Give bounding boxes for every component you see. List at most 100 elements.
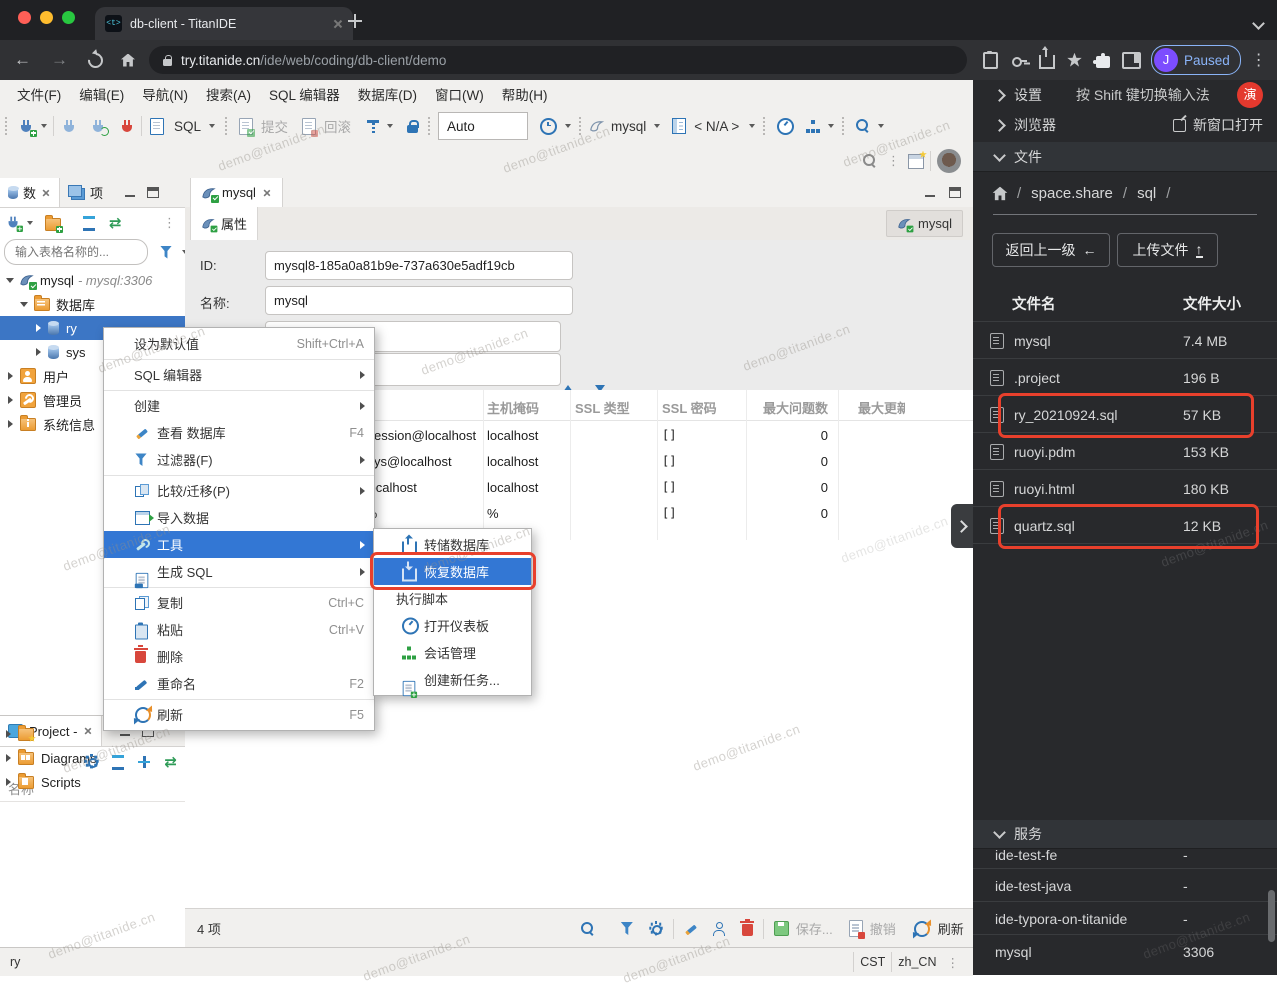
status-kebab-icon[interactable]: ⋮ <box>947 955 960 970</box>
upload-file-button[interactable]: 上传文件 ↑ <box>1117 233 1218 267</box>
grid-settings-icon[interactable] <box>649 921 663 936</box>
quick-search-icon[interactable] <box>863 154 877 168</box>
disconnect-icon[interactable] <box>120 119 135 134</box>
ime-badge[interactable]: 演 <box>1237 82 1263 108</box>
cell-cipher[interactable]: [] <box>662 506 676 520</box>
window-close-button[interactable] <box>18 11 31 24</box>
menu-item-copy[interactable]: 复制 Ctrl+C <box>104 589 374 616</box>
sql-dropdown-label[interactable]: SQL <box>174 119 201 134</box>
tab-project[interactable]: Project - <box>0 716 103 746</box>
browser-tab[interactable]: <t> db-client - TitanIDE <box>95 7 353 40</box>
reconnect-icon[interactable] <box>91 119 109 136</box>
menu-database[interactable]: 数据库(D) <box>349 84 426 104</box>
browser-row[interactable]: 浏览器 新窗口打开 <box>973 110 1277 140</box>
commit-label[interactable]: 提交 <box>261 116 288 136</box>
menu-item-compare-migrate[interactable]: 比较/迁移(P) <box>104 477 374 504</box>
nav-new-connection-icon[interactable] <box>7 216 23 232</box>
profile-chip[interactable]: J Paused <box>1151 45 1241 75</box>
transaction-caret[interactable] <box>387 124 394 128</box>
dashboard-icon[interactable] <box>777 117 795 135</box>
menu-item-refresh[interactable]: 刷新 F5 <box>104 701 374 728</box>
file-row[interactable]: quartz.sql 12 KB <box>973 506 1277 544</box>
menu-item-view-database[interactable]: 查看 数据库 F4 <box>104 419 374 446</box>
new-connection-icon[interactable] <box>19 119 37 137</box>
menu-item-generate-sql[interactable]: 生成 SQL <box>104 558 374 588</box>
properties-subtab[interactable]: 属性 <box>190 207 259 240</box>
home-icon[interactable] <box>121 53 135 67</box>
services-section-header[interactable]: 服务 <box>973 820 1277 849</box>
grid-search-icon[interactable] <box>580 921 595 936</box>
col-host-mask[interactable]: 主机掩码 <box>487 398 539 417</box>
cell-host[interactable]: localhost <box>487 428 538 443</box>
sql-caret[interactable] <box>209 124 216 128</box>
id-field[interactable] <box>265 251 573 280</box>
service-row[interactable]: ide-typora-on-titanide - <box>973 901 1277 935</box>
expand-all-icon[interactable] <box>138 755 151 768</box>
col-max-updates[interactable]: 最大更新数 <box>858 398 905 417</box>
clipboard-icon[interactable] <box>983 50 998 69</box>
file-name-header[interactable]: 文件名 <box>1012 293 1056 314</box>
save-icon[interactable] <box>773 921 789 936</box>
file-row[interactable]: ruoyi.html 180 KB <box>973 469 1277 507</box>
maximize-panel-icon[interactable] <box>147 187 160 198</box>
window-collapse-chevron[interactable] <box>1252 16 1265 31</box>
tasks-icon[interactable] <box>806 119 820 133</box>
sidebar-collapse-handle[interactable] <box>951 504 973 548</box>
minimize-editor-icon[interactable] <box>925 188 935 197</box>
lock-toolbar-icon[interactable] <box>407 120 419 133</box>
connection-chip[interactable]: mysql <box>886 210 963 237</box>
maximize-editor-icon[interactable] <box>949 187 961 198</box>
perspective-kebab-icon[interactable]: ⋮ <box>887 153 900 169</box>
file-row[interactable]: mysql 7.4 MB <box>973 321 1277 359</box>
submenu-item-execute-script[interactable]: 执行脚本 <box>374 585 531 612</box>
collapse-all-icon[interactable] <box>112 755 125 770</box>
menu-window[interactable]: 窗口(W) <box>426 84 493 104</box>
menu-item-rename[interactable]: 重命名 F2 <box>104 670 374 697</box>
tab-close-icon[interactable] <box>84 727 92 735</box>
sidebar-scrollbar[interactable] <box>1268 890 1275 942</box>
save-label[interactable]: 保存... <box>796 919 833 938</box>
name-field[interactable] <box>265 286 573 315</box>
menu-item-tools[interactable]: 工具 <box>104 531 374 558</box>
database-selector[interactable]: < N/A > <box>694 119 739 134</box>
cell-host[interactable]: localhost <box>487 480 538 495</box>
table-filter-input[interactable] <box>4 239 148 265</box>
new-connection-caret[interactable] <box>41 124 47 128</box>
menu-item-paste[interactable]: 粘贴 Ctrl+V <box>104 616 374 643</box>
open-new-window-button[interactable]: 新窗口打开 <box>1173 115 1263 135</box>
status-locale[interactable]: zh_CN <box>898 955 936 969</box>
cell-host[interactable]: localhost <box>487 454 538 469</box>
link-editor-icon[interactable]: ⇄ <box>164 753 177 771</box>
history-icon[interactable] <box>540 117 558 135</box>
menu-navigate[interactable]: 导航(N) <box>133 84 197 104</box>
tab-close-icon[interactable] <box>263 189 271 197</box>
menu-edit[interactable]: 编辑(E) <box>70 84 133 104</box>
forward-icon[interactable]: → <box>51 50 68 70</box>
rollback-icon[interactable] <box>302 117 319 137</box>
tree-node-mysql-connection[interactable]: mysql - mysql:3306 <box>0 268 185 292</box>
window-zoom-button[interactable] <box>62 11 75 24</box>
sql-script-icon[interactable] <box>150 117 164 135</box>
menu-file[interactable]: 文件(F) <box>8 84 70 104</box>
delete-row-icon[interactable] <box>740 918 755 936</box>
connection-selector[interactable]: mysql <box>611 119 646 134</box>
project-settings-gear-icon[interactable] <box>84 754 98 769</box>
minimize-panel-icon[interactable] <box>125 188 136 197</box>
omnibox[interactable]: try.titanide.cn/ide/web/coding/db-client… <box>149 46 967 74</box>
file-row[interactable]: ry_20210924.sql 57 KB <box>973 395 1277 433</box>
edit-row-icon[interactable] <box>684 922 699 936</box>
menu-item-import-data[interactable]: 导入数据 <box>104 504 374 531</box>
submenu-item-restore-database[interactable]: 恢复数据库 <box>374 558 531 585</box>
tab-database-navigator[interactable]: 数 <box>0 178 61 207</box>
history-caret[interactable] <box>565 124 572 128</box>
revert-icon[interactable] <box>848 920 865 939</box>
submenu-item-dump-database[interactable]: 转储数据库 <box>374 531 531 558</box>
file-row[interactable]: .project 196 B <box>973 358 1277 396</box>
menu-item-sql-editor[interactable]: SQL 编辑器 <box>104 361 374 388</box>
cell-maxq[interactable]: 0 <box>746 480 828 495</box>
file-row[interactable]: ruoyi.pdm 153 KB <box>973 432 1277 470</box>
settings-row[interactable]: 设置 按 Shift 键切换输入法 演 <box>973 80 1277 110</box>
menu-item-delete[interactable]: 删除 <box>104 643 374 670</box>
add-user-icon[interactable] <box>713 921 726 936</box>
col-ssl-cipher[interactable]: SSL 密码 <box>662 398 717 417</box>
